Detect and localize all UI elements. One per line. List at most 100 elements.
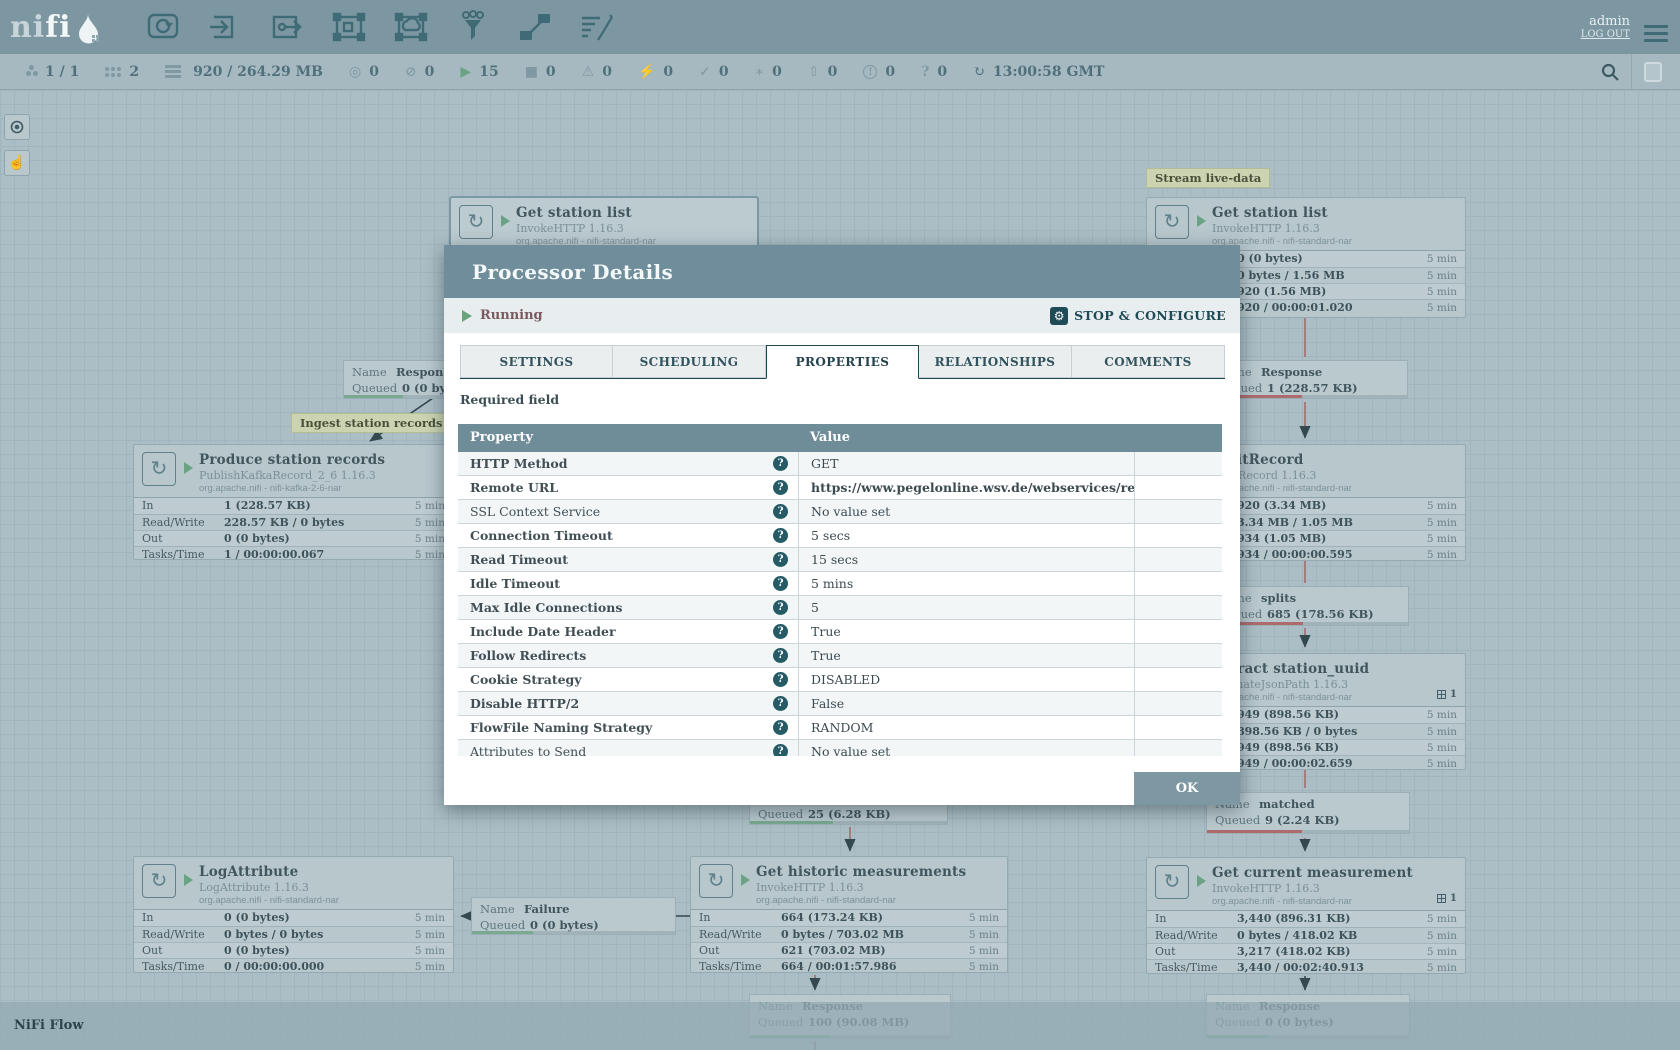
column-property: Property: [458, 424, 798, 452]
property-row-idle-timeout: Idle Timeout? 5 mins: [458, 572, 1222, 596]
processor-name: LogAttribute: [199, 864, 339, 880]
remote-process-group-toolbar-icon[interactable]: [392, 10, 430, 44]
logout-link[interactable]: LOG OUT: [1581, 29, 1630, 40]
property-value: 5 secs: [798, 524, 1134, 547]
processor-type: InvokeHTTP 1.16.3: [756, 881, 966, 894]
help-icon[interactable]: ?: [773, 720, 788, 735]
bulletin-panel-icon[interactable]: [1644, 62, 1662, 82]
processor-produce-station-records[interactable]: ↻ Produce station records PublishKafkaRe…: [133, 444, 454, 560]
process-group-toolbar-icon[interactable]: [330, 10, 368, 44]
property-value: True: [798, 644, 1134, 667]
processor-icon: ↻: [699, 864, 733, 898]
processor-type: InvokeHTTP 1.16.3: [1212, 222, 1352, 235]
running-status-icon: [1197, 215, 1206, 227]
property-row-remote-url: Remote URL? https://www.pegelonline.wsv.…: [458, 476, 1222, 500]
tab-scheduling[interactable]: SCHEDULING: [613, 345, 766, 378]
tab-properties[interactable]: PROPERTIES: [766, 345, 919, 379]
help-icon[interactable]: ?: [773, 624, 788, 639]
ok-button[interactable]: OK: [1134, 772, 1240, 805]
version-badge: 1: [1437, 892, 1457, 904]
nifi-app: { "header": { "logo_prefix": "ni", "logo…: [0, 0, 1680, 1050]
help-icon[interactable]: ?: [773, 552, 788, 567]
help-icon[interactable]: ?: [773, 480, 788, 495]
status-up-to-date: ✓0: [699, 64, 728, 80]
processor-name: Get station list: [1212, 205, 1352, 221]
grid-icon: [1437, 894, 1446, 903]
processor-run-status: Running: [480, 308, 543, 323]
connection-name-value: Failure: [524, 902, 569, 916]
template-toolbar-icon[interactable]: [516, 10, 554, 44]
status-stopped: ■0: [525, 64, 556, 80]
processor-icon: ↻: [459, 205, 493, 239]
invalid-warning-icon: ⚠: [582, 65, 595, 79]
processor-bundle: org.apache.nifi - nifi-kafka-2-6-nar: [199, 483, 385, 494]
connection-failure[interactable]: NameFailure Queued0 (0 bytes): [471, 897, 676, 935]
component-toolbar: [144, 10, 616, 44]
stat-tasks: Tasks/Time664 / 00:01:57.9865 min: [691, 958, 1007, 974]
stopped-icon: ■: [525, 65, 538, 79]
output-port-toolbar-icon[interactable]: [268, 10, 306, 44]
running-status-icon: [741, 874, 750, 886]
stat-in: In1 (228.57 KB)5 min: [134, 498, 453, 514]
running-icon: ▶: [460, 65, 471, 79]
stat-out: Out0 (0 bytes)5 min: [134, 530, 453, 546]
status-transmitting: ◎0: [349, 64, 379, 80]
help-icon[interactable]: ?: [773, 600, 788, 615]
tab-relationships[interactable]: RELATIONSHIPS: [919, 345, 1072, 378]
stat-readwrite: Read/Write228.57 KB / 0 bytes5 min: [134, 514, 453, 530]
help-icon[interactable]: ?: [773, 528, 788, 543]
logo-text: ni: [10, 10, 45, 45]
canvas-label-ingest-station-records[interactable]: Ingest station records: [291, 413, 451, 433]
help-icon[interactable]: ?: [773, 744, 788, 756]
connection-name-label: Name: [352, 364, 396, 380]
help-icon[interactable]: ?: [773, 696, 788, 711]
connection-queued-label: Queued: [758, 806, 808, 822]
property-value: No value set: [798, 740, 1134, 756]
help-icon[interactable]: ?: [773, 504, 788, 519]
processor-get-historic-measurements[interactable]: ↻ Get historic measurements InvokeHTTP 1…: [690, 856, 1008, 973]
help-icon[interactable]: ?: [773, 648, 788, 663]
processor-log-attribute[interactable]: ↻ LogAttribute LogAttribute 1.16.3 org.a…: [133, 856, 454, 973]
property-value: 5 mins: [798, 572, 1134, 595]
global-menu-icon[interactable]: [1644, 25, 1668, 28]
tab-comments[interactable]: COMMENTS: [1072, 345, 1225, 378]
operate-palette-button[interactable]: ☝: [4, 150, 30, 176]
connection-name-value: matched: [1259, 797, 1315, 811]
processor-toolbar-icon[interactable]: [144, 10, 182, 44]
processor-type: LogAttribute 1.16.3: [199, 881, 339, 894]
breadcrumb[interactable]: NiFi Flow: [14, 1018, 84, 1033]
queue-list-icon: [165, 65, 181, 68]
status-connected-nodes: 1 / 1: [26, 64, 79, 80]
help-icon[interactable]: ?: [773, 672, 788, 687]
property-row-connection-timeout: Connection Timeout? 5 secs: [458, 524, 1222, 548]
global-status-bar: 1 / 1 2 920 / 264.29 MB ◎0 ⊘0 ▶15 ■0 ⚠0 …: [0, 54, 1680, 90]
connection-queued-mid[interactable]: Queued25 (6.28 KB): [749, 802, 948, 825]
status-stale: ⇧0: [808, 64, 837, 80]
status-active-threads: 2: [105, 64, 139, 80]
cluster-icon: [26, 71, 31, 76]
processor-get-current-measurement[interactable]: ↻ Get current measurement InvokeHTTP 1.1…: [1146, 857, 1466, 974]
property-row-cookie-strategy: Cookie Strategy? DISABLED: [458, 668, 1222, 692]
help-icon[interactable]: ?: [773, 576, 788, 591]
input-port-toolbar-icon[interactable]: [206, 10, 244, 44]
status-locally-modified: ∗0: [755, 64, 782, 80]
navigate-palette-button[interactable]: [4, 114, 30, 140]
canvas-label-stream-live-data[interactable]: Stream live-data: [1146, 168, 1270, 188]
refresh-icon[interactable]: ↻: [973, 65, 985, 79]
stop-and-configure-button[interactable]: ⚙ STOP & CONFIGURE: [1050, 307, 1226, 325]
tab-settings[interactable]: SETTINGS: [460, 345, 613, 378]
dialog-header: Processor Details: [444, 245, 1240, 298]
running-status-icon: [184, 462, 193, 474]
search-button[interactable]: [1589, 54, 1632, 90]
stat-out: Out3,217 (418.02 KB)5 min: [1147, 943, 1465, 959]
queue-fill-bar: [1207, 830, 1409, 833]
help-icon[interactable]: ?: [773, 456, 788, 471]
funnel-toolbar-icon[interactable]: [454, 10, 492, 44]
connection-name-label: Name: [480, 901, 524, 917]
label-toolbar-icon[interactable]: [578, 10, 616, 44]
connection-queued-value: 0 (0 bytes): [530, 918, 599, 932]
stat-readwrite: Read/Write0 bytes / 0 bytes5 min: [134, 926, 453, 942]
running-status-icon: [501, 215, 510, 227]
processor-icon: ↻: [1155, 865, 1189, 899]
grid-icon: [1437, 690, 1446, 699]
